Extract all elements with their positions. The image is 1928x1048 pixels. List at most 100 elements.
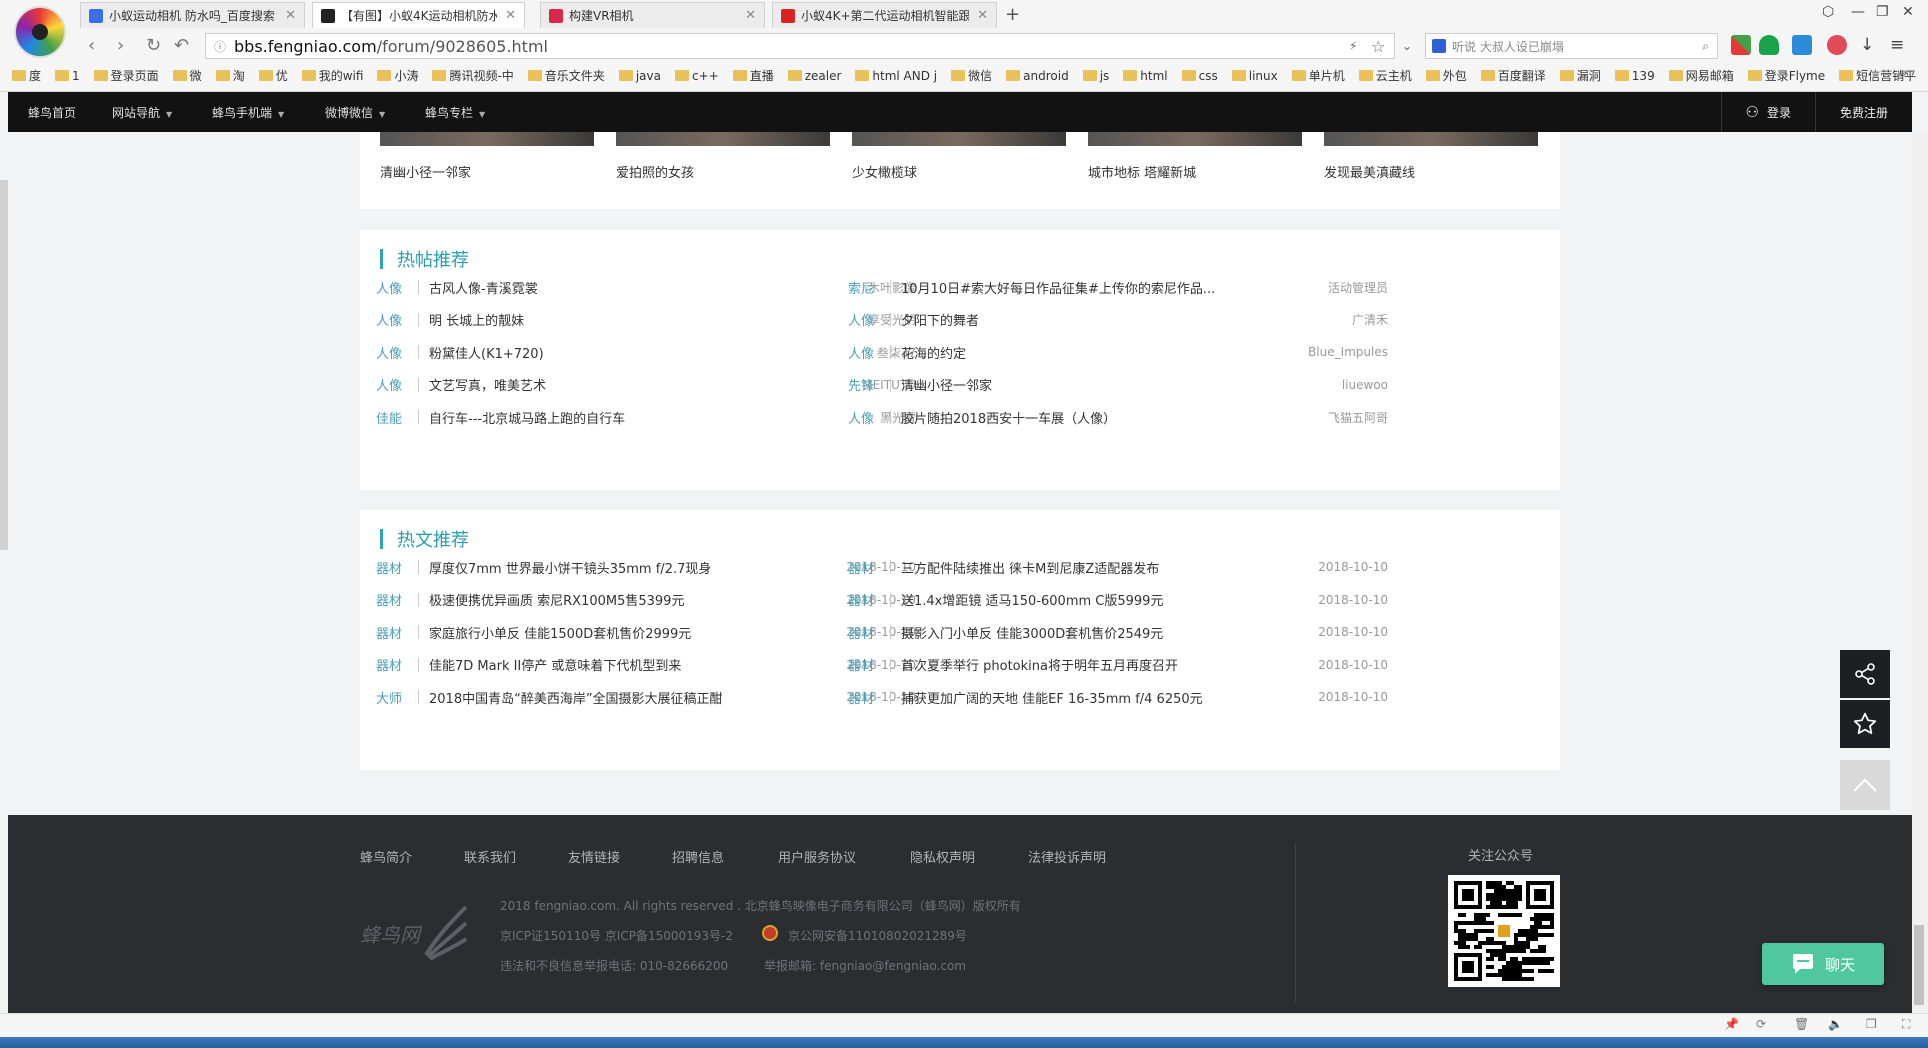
item-title[interactable]: 厚度仅7mm 世界最小饼干镜头35mm f/2.7现身 xyxy=(429,558,846,577)
item-title[interactable]: 明 长城上的靓妹 xyxy=(429,310,868,329)
bookmark-item[interactable]: 百度翻译 xyxy=(1480,67,1546,84)
category-tag[interactable]: 器材 xyxy=(848,590,884,609)
shield-icon[interactable] xyxy=(1759,35,1779,55)
bookmark-item[interactable]: 度 xyxy=(12,67,41,84)
bookmark-item[interactable]: 音乐文件夹 xyxy=(527,67,605,84)
bookmark-item[interactable]: java xyxy=(618,67,661,84)
footer-link-about[interactable]: 蜂鸟简介 xyxy=(360,847,412,866)
list-item[interactable]: 人像 夕阳下的舞者 广清禾 xyxy=(848,310,1388,330)
volume-icon[interactable]: 🔈 xyxy=(1828,1017,1843,1031)
bookmark-item[interactable]: 云主机 xyxy=(1358,67,1412,84)
favorite-button[interactable] xyxy=(1840,700,1890,748)
bookmark-item[interactable]: css xyxy=(1181,67,1218,84)
notification-icon[interactable] xyxy=(1827,35,1847,55)
category-tag[interactable]: 人像 xyxy=(848,408,884,427)
photo-thumb[interactable] xyxy=(1088,132,1302,146)
tab-3[interactable]: 构建VR相机 ✕ xyxy=(540,2,765,28)
bookmark-item[interactable]: 微 xyxy=(172,67,202,84)
category-tag[interactable]: 人像 xyxy=(376,375,412,394)
photo-thumb[interactable] xyxy=(1324,132,1538,146)
login-button[interactable]: ⚇ 登录 xyxy=(1720,92,1815,132)
list-item[interactable]: 人像文艺写真，唯美艺术MEITUTU xyxy=(376,375,916,395)
category-tag[interactable]: 器材 xyxy=(848,688,884,707)
chevron-down-icon[interactable]: ⌄ xyxy=(1402,39,1412,53)
item-author[interactable]: Blue_Impules xyxy=(1308,345,1388,359)
tab-2[interactable]: 【有图】小蚁4K运动相机防水壳 ✕ xyxy=(312,2,525,28)
bookmark-item[interactable]: 单片机 xyxy=(1291,67,1345,84)
search-icon[interactable]: ⌕ xyxy=(1702,39,1709,54)
bookmark-item[interactable]: 外包 xyxy=(1425,67,1467,84)
list-item[interactable]: 器材 家庭旅行小单反 佳能1500D套机售价2999元 2018-10-10 xyxy=(376,622,916,642)
more-bookmarks-icon[interactable]: » xyxy=(1900,66,1907,80)
bookmark-item[interactable]: 漏洞 xyxy=(1559,67,1601,84)
item-date[interactable]: 2018-10-10 xyxy=(1318,690,1388,704)
category-tag[interactable]: 器材 xyxy=(376,655,412,674)
footer-link-jobs[interactable]: 招聘信息 xyxy=(672,847,724,866)
photo-caption[interactable]: 发现最美滇藏线 xyxy=(1324,162,1415,181)
item-author[interactable]: 飞猫五阿哥 xyxy=(1328,409,1388,426)
bookmark-item[interactable]: 直播 xyxy=(732,67,774,84)
tab-4[interactable]: 小蚁4K+第二代运动相机智能跟 ✕ xyxy=(772,2,997,28)
bookmark-item[interactable]: 登录页面 xyxy=(93,67,159,84)
list-item[interactable]: 器材 首次夏季举行 photokina将于明年五月再度召开 2018-10-10 xyxy=(848,655,1388,675)
item-title[interactable]: 极速便携优异画质 索尼RX100M5售5399元 xyxy=(429,590,846,609)
bookmark-item[interactable]: 小涛 xyxy=(377,67,418,84)
category-tag[interactable]: 先锋 xyxy=(848,375,884,394)
bookmark-item[interactable]: zealer xyxy=(787,67,841,84)
bookmark-item[interactable]: c++ xyxy=(674,67,719,84)
bookmark-item[interactable]: 腾讯视频-中 xyxy=(432,67,514,84)
bookmark-item[interactable]: 网易邮箱 xyxy=(1668,67,1734,84)
bookmark-item[interactable]: html AND j xyxy=(855,67,937,84)
item-title[interactable]: 送1.4x增距镜 适马150-600mm C版5999元 xyxy=(901,590,1318,609)
footer-link-privacy[interactable]: 隐私权声明 xyxy=(910,847,975,866)
category-tag[interactable]: 佳能 xyxy=(376,408,412,427)
undo-icon[interactable]: ↶ xyxy=(174,35,189,56)
category-tag[interactable]: 人像 xyxy=(376,278,412,297)
nav-mobile[interactable]: 蜂鸟手机端 ▼ xyxy=(212,104,284,121)
bookmark-item[interactable]: linux xyxy=(1231,67,1278,84)
nav-home[interactable]: 蜂鸟首页 xyxy=(28,104,76,121)
search-input[interactable]: 听说 大叔人设已崩塌 ⌕ xyxy=(1425,33,1718,59)
item-title[interactable]: 文艺写真，唯美艺术 xyxy=(429,375,862,394)
item-title[interactable]: 佳能7D Mark II停产 或意味着下代机型到来 xyxy=(429,655,846,674)
list-item[interactable]: 大师 2018中国青岛“醉美西海岸”全国摄影大展征稿正酣 2018-10-10 xyxy=(376,687,916,707)
download-icon[interactable]: ↓ xyxy=(1860,35,1880,55)
zoom-icon[interactable]: ⛶ xyxy=(1902,1017,1910,1032)
category-tag[interactable]: 人像 xyxy=(376,310,412,329)
list-item[interactable]: 先锋 清幽小径一邻家 liuewoo xyxy=(848,375,1388,395)
category-tag[interactable]: 人像 xyxy=(848,343,884,362)
address-bar[interactable]: ⓘ bbs.fengniao.com/forum/9028605.html ⚡ … xyxy=(205,33,1412,59)
list-item[interactable]: 人像 胶片随拍2018西安十一车展（人像） 飞猫五阿哥 xyxy=(848,407,1388,427)
category-tag[interactable]: 器材 xyxy=(376,590,412,609)
bookmark-item[interactable]: js xyxy=(1082,67,1109,84)
menu-icon[interactable]: ≡ xyxy=(1890,35,1910,55)
list-item[interactable]: 器材 极速便携优异画质 索尼RX100M5售5399元 2018-10-10 xyxy=(376,590,916,610)
category-tag[interactable]: 器材 xyxy=(848,623,884,642)
category-tag[interactable]: 器材 xyxy=(376,623,412,642)
close-icon[interactable]: ✕ xyxy=(285,8,296,23)
list-item[interactable]: 器材 厚度仅7mm 世界最小饼干镜头35mm f/2.7现身 2018-10-10 xyxy=(376,557,916,577)
footer-link-friends[interactable]: 友情链接 xyxy=(568,847,620,866)
list-item[interactable]: 器材 捕获更加广阔的天地 佳能EF 16-35mm f/4 6250元 2018-1… xyxy=(848,687,1388,707)
close-window-button[interactable]: ✕ xyxy=(1902,4,1914,20)
category-tag[interactable]: 大师 xyxy=(376,688,412,707)
item-title[interactable]: 摄影入门小单反 佳能3000D套机售价2549元 xyxy=(901,623,1318,642)
item-title[interactable]: 10月10日#索大好每日作品征集#上传你的索尼作品... xyxy=(901,278,1328,297)
list-item[interactable]: 器材 摄影入门小单反 佳能3000D套机售价2549元 2018-10-10 xyxy=(848,622,1388,642)
category-tag[interactable]: 索尼 xyxy=(848,278,884,297)
tab-1[interactable]: 小蚁运动相机 防水吗_百度搜索 ✕ xyxy=(80,2,305,28)
footer-link-terms[interactable]: 用户服务协议 xyxy=(778,847,856,866)
item-date[interactable]: 2018-10-10 xyxy=(1318,593,1388,607)
minimize-button[interactable]: — xyxy=(1851,4,1865,20)
item-title[interactable]: 2018中国青岛“醉美西海岸”全国摄影大展征稿正酣 xyxy=(429,688,846,707)
list-item[interactable]: 人像 粉黛佳人(K1+720) 叁柒37 xyxy=(376,342,916,362)
item-title[interactable]: 家庭旅行小单反 佳能1500D套机售价2999元 xyxy=(429,623,846,642)
nav-weibo-wechat[interactable]: 微博微信 ▼ xyxy=(325,104,385,121)
bookmark-item[interactable]: 139 xyxy=(1614,67,1655,84)
apps-icon[interactable] xyxy=(1731,35,1751,55)
item-author[interactable]: liuewoo xyxy=(1342,378,1388,392)
back-icon[interactable]: ‹ xyxy=(88,35,95,56)
bookmark-item[interactable]: 优 xyxy=(258,67,288,84)
trash-icon[interactable]: 🗑 xyxy=(1794,1017,1809,1031)
nav-site-guide[interactable]: 网站导航 ▼ xyxy=(112,104,172,121)
